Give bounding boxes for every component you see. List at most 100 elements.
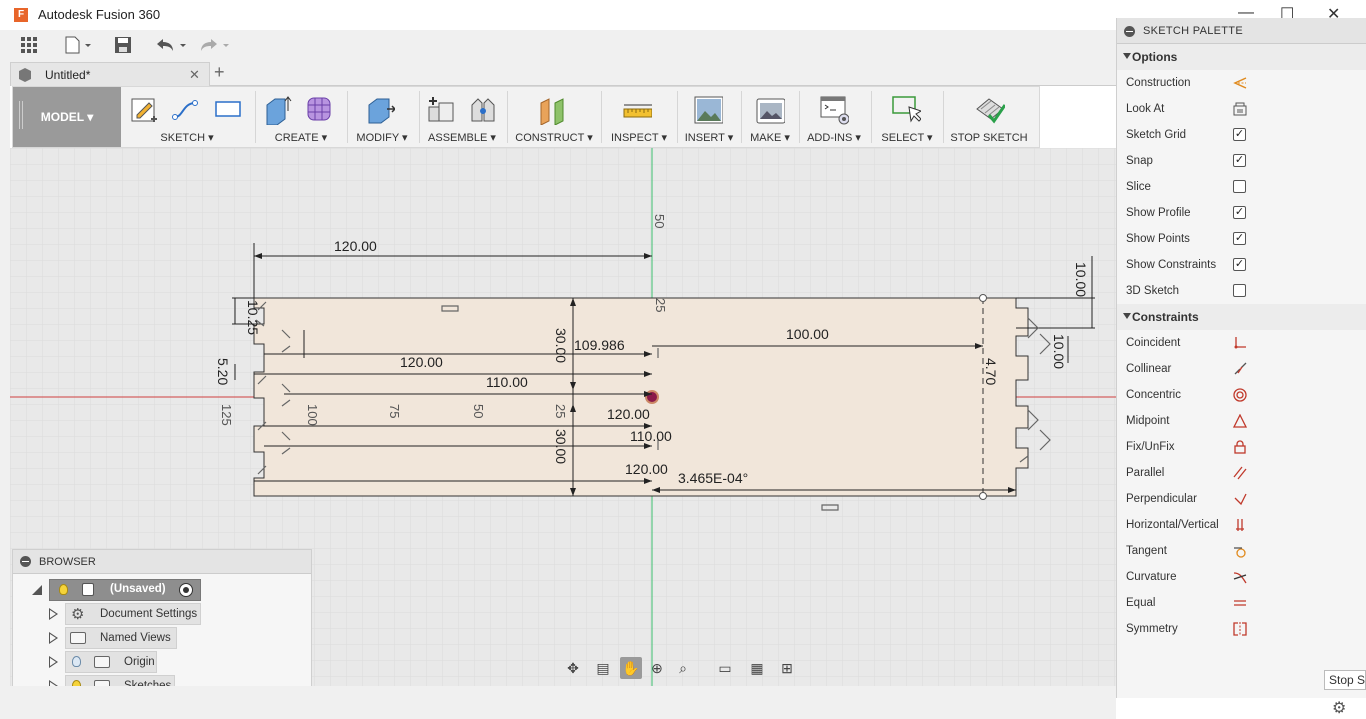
group-create[interactable]: CREATE ▾ — [259, 87, 343, 147]
group-stop-sketch[interactable]: STOP SKETCH — [947, 87, 1031, 147]
dim-120-bottom[interactable]: 120.00 — [625, 461, 668, 477]
stop-sketch-button[interactable]: Stop S — [1324, 670, 1366, 690]
coincident-icon[interactable] — [1233, 336, 1247, 350]
collapse-browser-icon[interactable] — [20, 556, 31, 567]
browser-item-named-views[interactable]: Named Views — [49, 627, 209, 649]
constraint-curvature[interactable]: Curvature — [1117, 564, 1366, 590]
option-show-constraints[interactable]: Show Constraints ✓ — [1117, 252, 1366, 278]
pan-hand-icon[interactable]: ✋ — [620, 657, 642, 679]
lightbulb-icon[interactable] — [59, 584, 68, 595]
dim-110-mid[interactable]: 110.00 — [486, 374, 528, 390]
browser-node[interactable]: ⚙ Document Settings — [65, 603, 201, 625]
sketch-point[interactable] — [979, 294, 987, 302]
viewports-icon[interactable]: ⊞ — [776, 657, 798, 679]
constraint-concentric[interactable]: Concentric — [1117, 382, 1366, 408]
look-at-icon[interactable] — [1233, 102, 1247, 116]
constraint-parallel[interactable]: Parallel — [1117, 460, 1366, 486]
expand-triangle-icon[interactable] — [49, 632, 58, 644]
constraints-section-header[interactable]: Constraints — [1117, 304, 1366, 330]
group-insert[interactable]: INSERT ▾ — [681, 87, 737, 147]
close-tab-icon[interactable]: ✕ — [189, 67, 200, 83]
orbit-icon[interactable]: ✥ — [562, 657, 584, 679]
zoom-icon[interactable]: ⊕ — [646, 657, 668, 679]
dim-4-70[interactable]: 4.70 — [983, 358, 999, 385]
activate-radio-icon[interactable] — [179, 583, 193, 597]
option-sketch-grid[interactable]: Sketch Grid ✓ — [1117, 122, 1366, 148]
option-show-points[interactable]: Show Points ✓ — [1117, 226, 1366, 252]
option-3d-sketch[interactable]: 3D Sketch — [1117, 278, 1366, 304]
constraint-collinear[interactable]: Collinear — [1117, 356, 1366, 382]
collapse-palette-icon[interactable] — [1124, 26, 1135, 37]
constraint-midpoint[interactable]: Midpoint — [1117, 408, 1366, 434]
constraint-coincident[interactable]: Coincident — [1117, 330, 1366, 356]
dim-110-low[interactable]: 110.00 — [630, 428, 672, 444]
dim-109-986[interactable]: 109.986 — [574, 337, 625, 353]
look-at-view-icon[interactable]: ▤ — [592, 657, 614, 679]
dim-120-low[interactable]: 120.00 — [607, 406, 650, 422]
browser-node[interactable]: Named Views — [65, 627, 177, 649]
group-inspect[interactable]: INSPECT ▾ — [605, 87, 673, 147]
slice-checkbox[interactable] — [1233, 180, 1246, 193]
browser-root[interactable]: (Unsaved) — [31, 579, 201, 601]
sketch-point[interactable] — [979, 492, 987, 500]
undo-icon[interactable] — [154, 36, 188, 54]
3d-sketch-checkbox[interactable] — [1233, 284, 1246, 297]
save-icon[interactable] — [114, 36, 132, 54]
perpendicular-icon[interactable] — [1233, 492, 1247, 506]
new-tab-button[interactable]: + — [214, 62, 225, 83]
option-look-at[interactable]: Look At — [1117, 96, 1366, 122]
horizontal-vertical-icon[interactable] — [1233, 518, 1247, 532]
dim-10-right-mid[interactable]: 10.00 — [1051, 334, 1067, 369]
group-modify[interactable]: MODIFY ▾ — [351, 87, 413, 147]
constraint-symmetry[interactable]: Symmetry — [1117, 616, 1366, 642]
constraint-equal[interactable]: Equal — [1117, 590, 1366, 616]
show-constraints-checkbox[interactable]: ✓ — [1233, 258, 1246, 271]
file-icon[interactable] — [64, 36, 94, 54]
group-add-ins[interactable]: ADD-INS ▾ — [803, 87, 865, 147]
zoom-window-icon[interactable]: ⌕ — [672, 657, 694, 679]
redo-icon[interactable] — [198, 36, 232, 54]
concentric-icon[interactable] — [1233, 388, 1247, 402]
display-settings-icon[interactable]: ▭ — [714, 657, 736, 679]
snap-checkbox[interactable]: ✓ — [1233, 154, 1246, 167]
option-slice[interactable]: Slice — [1117, 174, 1366, 200]
dim-10-right-top[interactable]: 10.00 — [1073, 262, 1089, 297]
equal-icon[interactable] — [1233, 596, 1247, 610]
curvature-icon[interactable] — [1233, 570, 1247, 584]
settings-gear-icon[interactable]: ⚙ — [1332, 698, 1346, 718]
browser-item-origin[interactable]: Origin — [49, 651, 209, 673]
group-assemble[interactable]: ASSEMBLE ▾ — [423, 87, 501, 147]
palette-header[interactable]: SKETCH PALETTE — [1117, 18, 1366, 44]
constraint-fix-unfix[interactable]: Fix/UnFix — [1117, 434, 1366, 460]
expand-triangle-icon[interactable] — [49, 656, 58, 668]
options-section-header[interactable]: Options — [1117, 44, 1366, 70]
constraint-perpendicular[interactable]: Perpendicular — [1117, 486, 1366, 512]
grid-settings-icon[interactable]: ▦ — [746, 657, 768, 679]
browser-item-document-settings[interactable]: ⚙ Document Settings — [49, 603, 209, 625]
collinear-icon[interactable] — [1233, 362, 1247, 376]
group-sketch[interactable]: SKETCH ▾ — [125, 87, 249, 147]
group-select[interactable]: SELECT ▾ — [875, 87, 939, 147]
constraint-tangent[interactable]: Tangent — [1117, 538, 1366, 564]
dim-120-top[interactable]: 120.00 — [334, 238, 377, 254]
grid-icon[interactable] — [20, 36, 38, 54]
dim-30-lower[interactable]: 30.00 — [553, 429, 569, 464]
lock-icon[interactable] — [1233, 440, 1247, 454]
parallel-icon[interactable] — [1233, 466, 1247, 480]
browser-node[interactable]: Origin — [65, 651, 157, 673]
dim-30-upper[interactable]: 30.00 — [553, 328, 569, 363]
sketch-grid-checkbox[interactable]: ✓ — [1233, 128, 1246, 141]
midpoint-icon[interactable] — [1233, 414, 1247, 428]
dim-5-20[interactable]: 5.20 — [215, 358, 231, 385]
dim-100[interactable]: 100.00 — [786, 326, 829, 342]
workspace-switcher[interactable]: MODEL ▾ — [13, 87, 121, 147]
group-make[interactable]: MAKE ▾ — [745, 87, 795, 147]
constraint-horizontal-vertical[interactable]: Horizontal/Vertical — [1117, 512, 1366, 538]
construction-icon[interactable] — [1233, 76, 1247, 90]
expand-triangle-icon[interactable] — [49, 608, 58, 620]
tab-untitled[interactable]: Untitled* ✕ — [10, 62, 210, 86]
collapse-triangle-icon[interactable] — [31, 584, 43, 596]
option-snap[interactable]: Snap ✓ — [1117, 148, 1366, 174]
dim-angle[interactable]: 3.465E-04° — [678, 470, 748, 486]
tangent-icon[interactable] — [1233, 544, 1247, 558]
